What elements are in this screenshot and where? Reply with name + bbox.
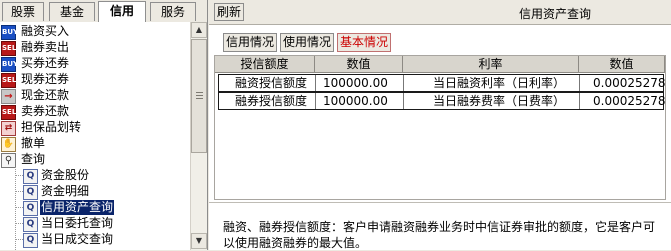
tree-connector bbox=[15, 207, 23, 208]
tab-funds[interactable]: 基金 bbox=[49, 2, 95, 21]
right-panel: 刷新 信用资产查询 信用情况 使用情况 基本情况 授信额度 数值 利率 数值 融… bbox=[209, 0, 671, 250]
tree-item-cash-repay[interactable]: → 现金还款 bbox=[0, 88, 190, 104]
magnifier-icon: ⚲ bbox=[1, 153, 16, 168]
tree-item-query[interactable]: ⚲ 查询 bbox=[0, 152, 190, 168]
category-tabs: 股票 基金 信用 服务 bbox=[0, 0, 207, 23]
table-cell: 0.00025278 bbox=[593, 76, 666, 90]
tab-stocks[interactable]: 股票 bbox=[2, 2, 44, 21]
tree-item-label: 当日委托查询 bbox=[41, 216, 114, 230]
credit-grid: 授信额度 数值 利率 数值 融资授信额度 100000.00 当日融资利率（日利… bbox=[214, 55, 666, 200]
tree-item-label: 撤单 bbox=[21, 136, 46, 150]
column-divider bbox=[579, 93, 580, 109]
scroll-thumb[interactable] bbox=[191, 39, 207, 153]
table-cell: 当日融券费率（日费率） bbox=[433, 94, 566, 108]
grip-line bbox=[196, 95, 203, 96]
column-divider bbox=[315, 93, 316, 109]
tree-item-label: 信用资产查询 bbox=[38, 199, 116, 216]
column-divider bbox=[579, 75, 580, 91]
page-title: 信用资产查询 bbox=[519, 7, 592, 21]
tree-item-label: 买券还券 bbox=[21, 56, 70, 70]
tree-item-buy-return[interactable]: BUY 买券还券 bbox=[0, 56, 190, 72]
tree-connector bbox=[15, 239, 23, 240]
transfer-icon: ⇄ bbox=[1, 121, 16, 136]
sell-icon: SELL bbox=[1, 73, 21, 88]
tree-connector bbox=[15, 167, 16, 250]
tree-item-funds-shares[interactable]: Q 资金股份 bbox=[23, 168, 190, 184]
column-header[interactable]: 利率 bbox=[403, 56, 579, 73]
grip-line bbox=[196, 92, 203, 93]
table-cell: 100000.00 bbox=[323, 94, 388, 108]
sell-icon: SELL bbox=[1, 41, 21, 56]
query-doc-icon: Q bbox=[23, 169, 38, 184]
tree-item-funds-detail[interactable]: Q 资金明细 bbox=[23, 184, 190, 200]
tree-item-label: 现金还款 bbox=[21, 88, 70, 102]
scroll-up-button[interactable]: ▲ bbox=[191, 22, 207, 38]
tree-connector bbox=[15, 223, 23, 224]
tree-item-cancel-order[interactable]: ✋ 撤单 bbox=[0, 136, 190, 152]
tree-item-label: 资金股份 bbox=[41, 168, 90, 182]
usage-status-button[interactable]: 使用情况 bbox=[280, 33, 334, 52]
tree-item-label: 融资买入 bbox=[21, 24, 70, 38]
table-row[interactable]: 融资授信额度 100000.00 当日融资利率（日利率） 0.00025278 bbox=[218, 74, 666, 92]
grip-line bbox=[196, 98, 203, 99]
tree-item-short-sell[interactable]: SELL 融券卖出 bbox=[0, 40, 190, 56]
query-doc-icon: Q bbox=[23, 201, 38, 216]
refresh-button[interactable]: 刷新 bbox=[214, 3, 244, 21]
tree-item-label: 担保品划转 bbox=[21, 120, 82, 134]
table-cell: 融资授信额度 bbox=[235, 76, 308, 90]
arrow-right-icon: → bbox=[1, 89, 16, 104]
column-header[interactable]: 数值 bbox=[315, 56, 403, 73]
left-panel: 股票 基金 信用 服务 BUY 融资买入 SELL 融券卖出 BUY 买券还券 … bbox=[0, 0, 208, 250]
credit-status-button[interactable]: 信用情况 bbox=[223, 33, 277, 52]
tree-connector bbox=[15, 191, 23, 192]
basic-info-button[interactable]: 基本情况 bbox=[337, 33, 391, 52]
tree-item-stock-return[interactable]: SELL 现券还券 bbox=[0, 72, 190, 88]
tree-item-label: 现券还券 bbox=[21, 72, 70, 86]
tree-connector bbox=[15, 175, 23, 176]
scroll-down-button[interactable]: ▼ bbox=[191, 233, 207, 249]
tree-item-label: 资金明细 bbox=[41, 184, 90, 198]
tab-services[interactable]: 服务 bbox=[150, 2, 196, 21]
table-cell: 融券授信额度 bbox=[235, 94, 308, 108]
tree-item-margin-buy[interactable]: BUY 融资买入 bbox=[0, 24, 190, 40]
toolbar: 刷新 信用资产查询 bbox=[209, 0, 671, 25]
column-divider bbox=[403, 93, 404, 109]
tree-item-credit-assets[interactable]: Q 信用资产查询 bbox=[23, 199, 190, 216]
query-doc-icon: Q bbox=[23, 233, 38, 248]
column-header[interactable]: 授信额度 bbox=[215, 56, 315, 73]
tree-item-collateral-transfer[interactable]: ⇄ 担保品划转 bbox=[0, 120, 190, 136]
cancel-hand-icon: ✋ bbox=[1, 137, 16, 152]
column-divider bbox=[315, 75, 316, 91]
table-row[interactable]: 融券授信额度 100000.00 当日融券费率（日费率） 0.00025278 bbox=[218, 92, 666, 110]
tree-item-sell-repay[interactable]: SELL 卖券还款 bbox=[0, 104, 190, 120]
table-cell: 0.00025278 bbox=[593, 94, 666, 108]
tree-scrollbar[interactable]: ▲ ▼ bbox=[190, 22, 207, 250]
buy-icon: BUY bbox=[1, 57, 18, 72]
query-doc-icon: Q bbox=[23, 217, 38, 232]
description-line: 融资、融券授信额度：客户申请融资融券业务时中信证券审批的额度，它是客户可 bbox=[223, 220, 656, 234]
tree-item-today-trades[interactable]: Q 当日成交查询 bbox=[23, 232, 190, 248]
tab-credit[interactable]: 信用 bbox=[98, 1, 146, 22]
divider bbox=[209, 202, 671, 203]
function-tree: BUY 融资买入 SELL 融券卖出 BUY 买券还券 SELL 现券还券 → … bbox=[0, 22, 190, 250]
tree-item-label: 当日成交查询 bbox=[41, 232, 114, 246]
query-doc-icon: Q bbox=[23, 185, 38, 200]
table-cell: 当日融资利率（日利率） bbox=[433, 76, 566, 90]
tree-item-today-orders[interactable]: Q 当日委托查询 bbox=[23, 216, 190, 232]
tree-item-label: 查询 bbox=[21, 152, 46, 166]
description-line: 以使用融资融券的最大值。 bbox=[223, 236, 368, 250]
sell-icon: SELL bbox=[1, 105, 21, 120]
tree-item-label: 卖券还款 bbox=[21, 104, 70, 118]
description-text: 融资、融券授信额度：客户申请融资融券业务时中信证券审批的额度，它是客户可 以使用… bbox=[223, 219, 668, 251]
buy-icon: BUY bbox=[1, 25, 18, 40]
table-cell: 100000.00 bbox=[323, 76, 388, 90]
column-divider bbox=[403, 75, 404, 91]
tree-item-label: 融券卖出 bbox=[21, 40, 70, 54]
column-header[interactable]: 数值 bbox=[579, 56, 665, 73]
